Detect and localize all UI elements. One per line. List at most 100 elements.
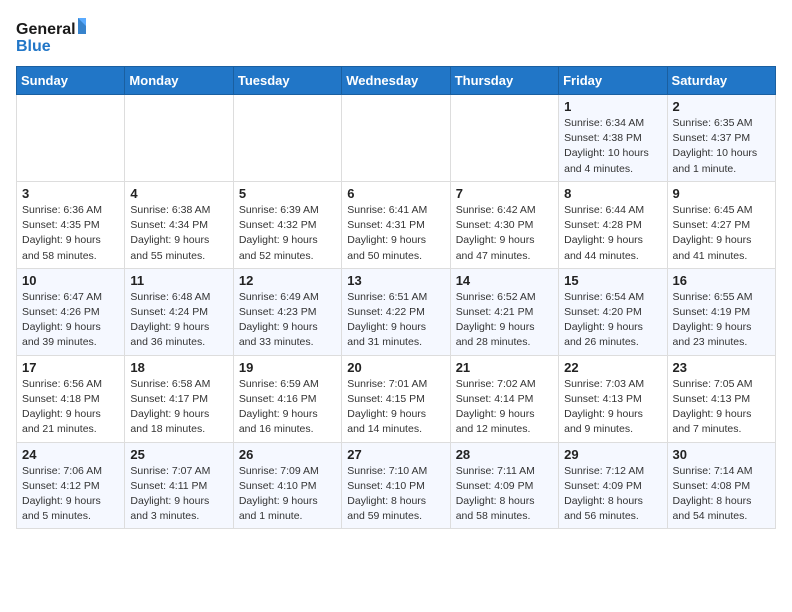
calendar-cell: 4 Sunrise: 6:38 AM Sunset: 4:34 PM Daylig…: [125, 181, 233, 268]
calendar-week-row: 17 Sunrise: 6:56 AM Sunset: 4:18 PM Dayli…: [17, 355, 776, 442]
calendar-cell: 15 Sunrise: 6:54 AM Sunset: 4:20 PM Dayli…: [559, 268, 667, 355]
calendar-cell: 22 Sunrise: 7:03 AM Sunset: 4:13 PM Dayli…: [559, 355, 667, 442]
day-number: 25: [130, 447, 227, 462]
day-header-monday: Monday: [125, 67, 233, 95]
day-number: 28: [456, 447, 553, 462]
day-number: 9: [673, 186, 770, 201]
day-info: Sunrise: 6:55 AM Sunset: 4:19 PM Dayligh…: [673, 290, 770, 351]
day-info: Sunrise: 6:42 AM Sunset: 4:30 PM Dayligh…: [456, 203, 553, 264]
calendar-cell: [125, 95, 233, 182]
day-number: 26: [239, 447, 336, 462]
calendar-cell: 16 Sunrise: 6:55 AM Sunset: 4:19 PM Dayli…: [667, 268, 775, 355]
calendar-cell: 7 Sunrise: 6:42 AM Sunset: 4:30 PM Daylig…: [450, 181, 558, 268]
day-info: Sunrise: 6:41 AM Sunset: 4:31 PM Dayligh…: [347, 203, 444, 264]
calendar-cell: [233, 95, 341, 182]
calendar-cell: [342, 95, 450, 182]
day-info: Sunrise: 6:58 AM Sunset: 4:17 PM Dayligh…: [130, 377, 227, 438]
calendar-cell: 12 Sunrise: 6:49 AM Sunset: 4:23 PM Dayli…: [233, 268, 341, 355]
calendar-week-row: 1Sunrise: 6:34 AM Sunset: 4:38 PM Daylig…: [17, 95, 776, 182]
day-header-tuesday: Tuesday: [233, 67, 341, 95]
calendar-cell: 23 Sunrise: 7:05 AM Sunset: 4:13 PM Dayli…: [667, 355, 775, 442]
calendar-cell: 14 Sunrise: 6:52 AM Sunset: 4:21 PM Dayli…: [450, 268, 558, 355]
day-number: 27: [347, 447, 444, 462]
day-number: 6: [347, 186, 444, 201]
day-number: 22: [564, 360, 661, 375]
calendar-cell: 1Sunrise: 6:34 AM Sunset: 4:38 PM Daylig…: [559, 95, 667, 182]
calendar-header-row: SundayMondayTuesdayWednesdayThursdayFrid…: [17, 67, 776, 95]
day-number: 13: [347, 273, 444, 288]
day-info: Sunrise: 7:10 AM Sunset: 4:10 PM Dayligh…: [347, 464, 444, 525]
day-info: Sunrise: 6:44 AM Sunset: 4:28 PM Dayligh…: [564, 203, 661, 264]
calendar-cell: [17, 95, 125, 182]
day-number: 1: [564, 99, 661, 114]
day-number: 12: [239, 273, 336, 288]
calendar-cell: 19Sunrise: 6:59 AM Sunset: 4:16 PM Dayli…: [233, 355, 341, 442]
day-info: Sunrise: 7:01 AM Sunset: 4:15 PM Dayligh…: [347, 377, 444, 438]
day-info: Sunrise: 6:45 AM Sunset: 4:27 PM Dayligh…: [673, 203, 770, 264]
day-info: Sunrise: 7:11 AM Sunset: 4:09 PM Dayligh…: [456, 464, 553, 525]
calendar-cell: 3Sunrise: 6:36 AM Sunset: 4:35 PM Daylig…: [17, 181, 125, 268]
day-number: 16: [673, 273, 770, 288]
day-info: Sunrise: 7:14 AM Sunset: 4:08 PM Dayligh…: [673, 464, 770, 525]
day-info: Sunrise: 7:12 AM Sunset: 4:09 PM Dayligh…: [564, 464, 661, 525]
day-info: Sunrise: 6:51 AM Sunset: 4:22 PM Dayligh…: [347, 290, 444, 351]
calendar-cell: 25 Sunrise: 7:07 AM Sunset: 4:11 PM Dayli…: [125, 442, 233, 529]
day-number: 14: [456, 273, 553, 288]
day-info: Sunrise: 6:54 AM Sunset: 4:20 PM Dayligh…: [564, 290, 661, 351]
day-number: 23: [673, 360, 770, 375]
svg-text:General: General: [16, 21, 76, 38]
day-info: Sunrise: 6:59 AM Sunset: 4:16 PM Dayligh…: [239, 377, 336, 438]
day-number: 21: [456, 360, 553, 375]
day-number: 10: [22, 273, 119, 288]
logo-svg: General Blue: [16, 16, 86, 56]
calendar-week-row: 3Sunrise: 6:36 AM Sunset: 4:35 PM Daylig…: [17, 181, 776, 268]
day-number: 4: [130, 186, 227, 201]
calendar-cell: 2Sunrise: 6:35 AM Sunset: 4:37 PM Daylig…: [667, 95, 775, 182]
calendar-cell: 10 Sunrise: 6:47 AM Sunset: 4:26 PM Dayli…: [17, 268, 125, 355]
svg-text:Blue: Blue: [16, 38, 51, 55]
day-header-saturday: Saturday: [667, 67, 775, 95]
day-number: 17: [22, 360, 119, 375]
day-number: 15: [564, 273, 661, 288]
calendar-week-row: 24Sunrise: 7:06 AM Sunset: 4:12 PM Dayli…: [17, 442, 776, 529]
day-info: Sunrise: 7:05 AM Sunset: 4:13 PM Dayligh…: [673, 377, 770, 438]
day-number: 30: [673, 447, 770, 462]
day-info: Sunrise: 7:03 AM Sunset: 4:13 PM Dayligh…: [564, 377, 661, 438]
day-header-friday: Friday: [559, 67, 667, 95]
day-info: Sunrise: 7:07 AM Sunset: 4:11 PM Dayligh…: [130, 464, 227, 525]
day-header-thursday: Thursday: [450, 67, 558, 95]
day-info: Sunrise: 6:47 AM Sunset: 4:26 PM Dayligh…: [22, 290, 119, 351]
calendar-cell: 6 Sunrise: 6:41 AM Sunset: 4:31 PM Daylig…: [342, 181, 450, 268]
day-number: 8: [564, 186, 661, 201]
calendar-cell: 5Sunrise: 6:39 AM Sunset: 4:32 PM Daylig…: [233, 181, 341, 268]
day-info: Sunrise: 7:02 AM Sunset: 4:14 PM Dayligh…: [456, 377, 553, 438]
day-info: Sunrise: 6:48 AM Sunset: 4:24 PM Dayligh…: [130, 290, 227, 351]
day-number: 3: [22, 186, 119, 201]
calendar-table: SundayMondayTuesdayWednesdayThursdayFrid…: [16, 66, 776, 529]
calendar-cell: 20 Sunrise: 7:01 AM Sunset: 4:15 PM Dayli…: [342, 355, 450, 442]
day-info: Sunrise: 6:49 AM Sunset: 4:23 PM Dayligh…: [239, 290, 336, 351]
day-header-sunday: Sunday: [17, 67, 125, 95]
day-info: Sunrise: 7:09 AM Sunset: 4:10 PM Dayligh…: [239, 464, 336, 525]
day-info: Sunrise: 7:06 AM Sunset: 4:12 PM Dayligh…: [22, 464, 119, 525]
day-number: 11: [130, 273, 227, 288]
calendar-cell: 17 Sunrise: 6:56 AM Sunset: 4:18 PM Dayli…: [17, 355, 125, 442]
day-number: 5: [239, 186, 336, 201]
calendar-cell: 18Sunrise: 6:58 AM Sunset: 4:17 PM Dayli…: [125, 355, 233, 442]
page-header: General Blue: [16, 16, 776, 56]
day-info: Sunrise: 6:38 AM Sunset: 4:34 PM Dayligh…: [130, 203, 227, 264]
day-info: Sunrise: 6:52 AM Sunset: 4:21 PM Dayligh…: [456, 290, 553, 351]
calendar-cell: 9 Sunrise: 6:45 AM Sunset: 4:27 PM Daylig…: [667, 181, 775, 268]
calendar-cell: 13 Sunrise: 6:51 AM Sunset: 4:22 PM Dayli…: [342, 268, 450, 355]
day-info: Sunrise: 6:56 AM Sunset: 4:18 PM Dayligh…: [22, 377, 119, 438]
day-number: 20: [347, 360, 444, 375]
calendar-cell: [450, 95, 558, 182]
calendar-body: 1Sunrise: 6:34 AM Sunset: 4:38 PM Daylig…: [17, 95, 776, 529]
day-number: 7: [456, 186, 553, 201]
calendar-cell: 28 Sunrise: 7:11 AM Sunset: 4:09 PM Dayli…: [450, 442, 558, 529]
calendar-week-row: 10 Sunrise: 6:47 AM Sunset: 4:26 PM Dayli…: [17, 268, 776, 355]
calendar-cell: 21 Sunrise: 7:02 AM Sunset: 4:14 PM Dayli…: [450, 355, 558, 442]
logo: General Blue: [16, 16, 86, 56]
calendar-cell: 29Sunrise: 7:12 AM Sunset: 4:09 PM Dayli…: [559, 442, 667, 529]
day-number: 2: [673, 99, 770, 114]
